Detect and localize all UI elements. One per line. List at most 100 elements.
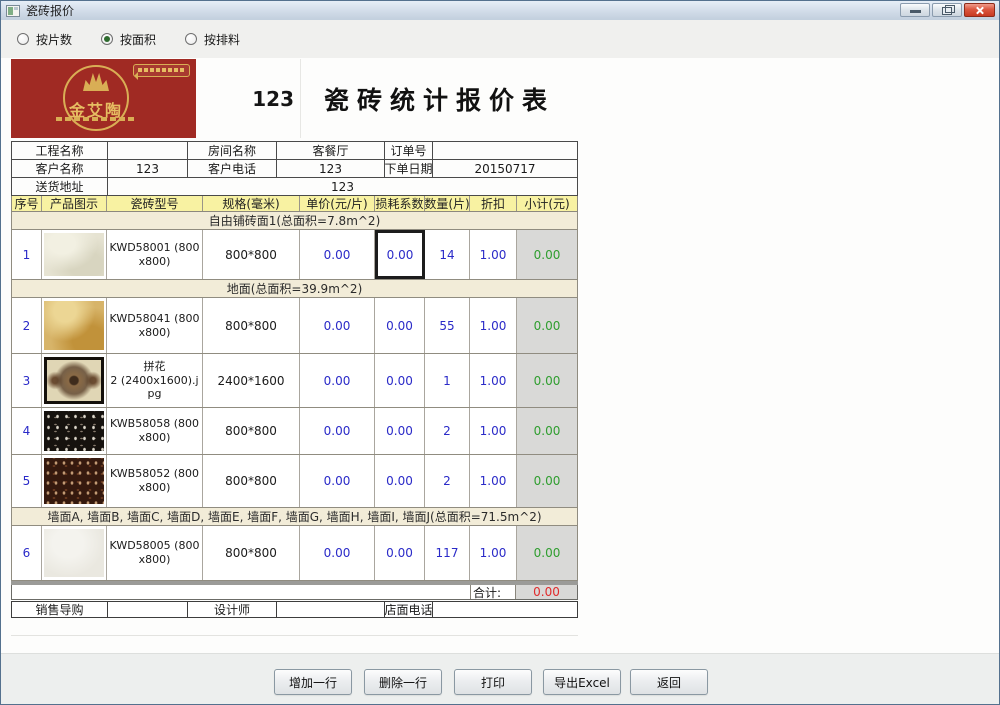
row-spec[interactable]: 800*800 <box>203 408 300 454</box>
section-free-surface[interactable]: 自由铺砖面1(总面积=7.8m^2) <box>11 212 578 230</box>
row-subtotal[interactable]: 0.00 <box>517 354 577 407</box>
selected-cell-loss[interactable]: 0.00 <box>375 230 425 279</box>
sales-guide-value[interactable] <box>108 602 188 617</box>
back-button[interactable]: 返回 <box>630 669 708 695</box>
row-model[interactable]: KWD58041 (800x800) <box>107 298 203 353</box>
row-loss[interactable]: 0.00 <box>375 298 425 353</box>
customer-phone-value[interactable]: 123 <box>277 160 385 177</box>
row-price[interactable]: 0.00 <box>300 298 375 353</box>
row-subtotal[interactable]: 0.00 <box>517 230 577 279</box>
row-loss[interactable]: 0.00 <box>375 455 425 507</box>
row-spec[interactable]: 2400*1600 <box>203 354 300 407</box>
project-name-value[interactable] <box>108 142 188 159</box>
titlebar[interactable]: 瓷砖报价 <box>1 1 999 21</box>
export-excel-button[interactable]: 导出Excel <box>543 669 621 695</box>
sales-guide-label[interactable]: 销售导购 <box>12 602 108 617</box>
row-qty[interactable]: 2 <box>425 455 470 507</box>
col-spec[interactable]: 规格(毫米) <box>203 196 300 211</box>
row-discount[interactable]: 1.00 <box>470 298 517 353</box>
row-discount[interactable]: 1.00 <box>470 354 517 407</box>
row-model[interactable]: 拼花 2 (2400x1600).jpg <box>107 354 203 407</box>
project-name-label[interactable]: 工程名称 <box>12 142 108 159</box>
order-date-value[interactable]: 20150717 <box>433 160 577 177</box>
tile-image-cell[interactable] <box>42 455 107 507</box>
tile-image-cell[interactable] <box>42 354 107 407</box>
tile-image-cell[interactable] <box>42 526 107 580</box>
row-seq[interactable]: 3 <box>12 354 42 407</box>
row-qty[interactable]: 14 <box>425 230 470 279</box>
room-name-value[interactable]: 客餐厅 <box>277 142 385 159</box>
delivery-address-value[interactable]: 123 <box>108 178 577 195</box>
print-button[interactable]: 打印 <box>454 669 532 695</box>
shop-phone-value[interactable] <box>433 602 577 617</box>
customer-name-label[interactable]: 客户名称 <box>12 160 108 177</box>
row-price[interactable]: 0.00 <box>300 230 375 279</box>
radio-by-area[interactable]: 按面积 <box>101 31 156 48</box>
radio-by-pieces[interactable]: 按片数 <box>17 31 72 48</box>
col-seq[interactable]: 序号 <box>12 196 42 211</box>
col-unit-price[interactable]: 单价(元/片) <box>300 196 375 211</box>
col-subtotal[interactable]: 小计(元) <box>517 196 577 211</box>
restore-button[interactable] <box>932 3 962 17</box>
row-loss[interactable]: 0.00 <box>375 526 425 580</box>
customer-phone-label[interactable]: 客户电话 <box>188 160 277 177</box>
empty-sheet-row[interactable] <box>11 636 578 654</box>
tile-image-cell[interactable] <box>42 230 107 279</box>
customer-name-value[interactable]: 123 <box>108 160 188 177</box>
row-subtotal[interactable]: 0.00 <box>517 526 577 580</box>
col-loss-factor[interactable]: 损耗系数 <box>375 196 425 211</box>
row-qty[interactable]: 55 <box>425 298 470 353</box>
row-loss[interactable]: 0.00 <box>375 408 425 454</box>
tile-image-cell[interactable] <box>42 298 107 353</box>
row-model[interactable]: KWB58052 (800x800) <box>107 455 203 507</box>
row-qty[interactable]: 117 <box>425 526 470 580</box>
order-no-value[interactable] <box>433 142 577 159</box>
row-discount[interactable]: 1.00 <box>470 526 517 580</box>
report-title[interactable]: 瓷砖统计报价表 <box>301 59 578 138</box>
order-no-label[interactable]: 订单号 <box>385 142 433 159</box>
empty-sheet-row[interactable] <box>11 618 578 636</box>
row-subtotal[interactable]: 0.00 <box>517 408 577 454</box>
row-seq[interactable]: 1 <box>12 230 42 279</box>
row-subtotal[interactable]: 0.00 <box>517 455 577 507</box>
minimize-button[interactable] <box>900 3 930 17</box>
delivery-address-label[interactable]: 送货地址 <box>12 178 108 195</box>
close-button[interactable] <box>964 3 995 17</box>
total-label[interactable]: 合计: <box>470 585 515 599</box>
col-quantity[interactable]: 数量(片) <box>425 196 470 211</box>
tile-image-cell[interactable] <box>42 408 107 454</box>
row-price[interactable]: 0.00 <box>300 455 375 507</box>
row-spec[interactable]: 800*800 <box>203 526 300 580</box>
row-seq[interactable]: 4 <box>12 408 42 454</box>
row-loss[interactable]: 0.00 <box>375 354 425 407</box>
row-seq[interactable]: 6 <box>12 526 42 580</box>
row-spec[interactable]: 800*800 <box>203 455 300 507</box>
row-spec[interactable]: 800*800 <box>203 230 300 279</box>
designer-value[interactable] <box>277 602 385 617</box>
row-discount[interactable]: 1.00 <box>470 455 517 507</box>
order-date-label[interactable]: 下单日期 <box>385 160 433 177</box>
radio-by-layout[interactable]: 按排料 <box>185 31 240 48</box>
row-model[interactable]: KWB58058 (800x800) <box>107 408 203 454</box>
row-qty[interactable]: 2 <box>425 408 470 454</box>
designer-label[interactable]: 设计师 <box>188 602 277 617</box>
row-discount[interactable]: 1.00 <box>470 230 517 279</box>
room-name-label[interactable]: 房间名称 <box>188 142 277 159</box>
col-image[interactable]: 产品图示 <box>42 196 107 211</box>
row-seq[interactable]: 2 <box>12 298 42 353</box>
col-model[interactable]: 瓷砖型号 <box>107 196 203 211</box>
total-spacer-cell[interactable] <box>12 585 470 599</box>
col-discount[interactable]: 折扣 <box>470 196 517 211</box>
row-price[interactable]: 0.00 <box>300 526 375 580</box>
row-qty[interactable]: 1 <box>425 354 470 407</box>
shop-phone-label[interactable]: 店面电话 <box>385 602 433 617</box>
section-floor[interactable]: 地面(总面积=39.9m^2) <box>11 280 578 298</box>
add-row-button[interactable]: 增加一行 <box>274 669 352 695</box>
total-value[interactable]: 0.00 <box>515 585 577 599</box>
section-walls[interactable]: 墙面A, 墙面B, 墙面C, 墙面D, 墙面E, 墙面F, 墙面G, 墙面H, … <box>11 508 578 526</box>
row-price[interactable]: 0.00 <box>300 408 375 454</box>
row-seq[interactable]: 5 <box>12 455 42 507</box>
row-subtotal[interactable]: 0.00 <box>517 298 577 353</box>
row-discount[interactable]: 1.00 <box>470 408 517 454</box>
row-model[interactable]: KWD58001 (800x800) <box>107 230 203 279</box>
